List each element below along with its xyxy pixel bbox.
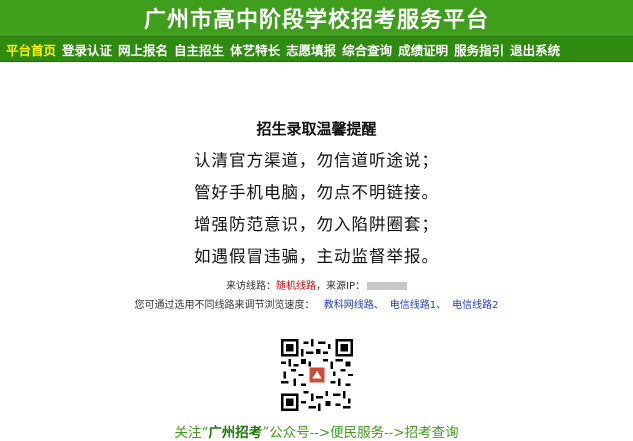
nav-home[interactable]: 平台首页 [6, 40, 56, 59]
platform-header: 广州市高中阶段学校招考服务平台 [0, 0, 633, 36]
nav-service-guide[interactable]: 服务指引 [454, 40, 504, 59]
notice-line: 管好手机电脑，勿点不明链接。 [194, 183, 439, 202]
notice-line: 认清官方渠道，勿信道听途说； [194, 151, 439, 170]
nav-login[interactable]: 登录认证 [62, 40, 112, 59]
follow-suffix: ”公众号-->便民服务-->招考查询 [262, 425, 459, 441]
visit-label: 来访线路： [226, 281, 276, 292]
nav-score-certificate[interactable]: 成绩证明 [398, 40, 448, 59]
nav-preference-filling[interactable]: 志愿填报 [286, 40, 336, 59]
source-ip-label: ，来源IP： [316, 281, 365, 292]
random-route: 随机线路 [276, 281, 316, 292]
wechat-account-name: 广州招考 [208, 425, 263, 441]
wechat-qr-code [0, 339, 633, 411]
nav-sports-arts[interactable]: 体艺特长 [230, 40, 280, 59]
route-switch: 您可通过选用不同线路来调节浏览速度： 教科网线路、 电信线路1、 电信线路2 [0, 296, 633, 311]
nav-independent-admission[interactable]: 自主招生 [174, 40, 224, 59]
qr-code-image [280, 339, 353, 411]
nav-general-query[interactable]: 综合查询 [342, 40, 392, 59]
route-link-edu[interactable]: 教科网线路 [324, 300, 374, 311]
route-sep: 、 [373, 300, 384, 311]
follow-wechat-tip: 关注“广州招考”公众号-->便民服务-->招考查询 [0, 421, 633, 441]
visit-route-info: 来访线路：随机线路，来源IP： [0, 277, 633, 292]
route-link-telecom-1[interactable]: 电信线路1 [390, 300, 436, 311]
follow-prefix: 关注“ [174, 425, 209, 441]
notice-line: 增强防范意识，勿入陷阱圈套； [194, 215, 439, 234]
notice-title: 招生录取温馨提醒 [256, 120, 377, 138]
main-content: 招生录取温馨提醒 认清官方渠道，勿信道听途说； 管好手机电脑，勿点不明链接。 增… [0, 118, 633, 441]
nav-logout[interactable]: 退出系统 [510, 40, 560, 59]
main-nav: 平台首页 登录认证 网上报名 自主招生 体艺特长 志愿填报 综合查询 成绩证明 … [0, 36, 633, 62]
notice-line: 如遇假冒违骗，主动监督举报。 [194, 247, 439, 266]
route-switch-label: 您可通过选用不同线路来调节浏览速度： [134, 300, 315, 311]
source-ip-value [366, 282, 407, 290]
route-sep: 、 [436, 300, 447, 311]
route-link-telecom-2[interactable]: 电信线路2 [452, 300, 498, 311]
platform-title: 广州市高中阶段学校招考服务平台 [143, 8, 489, 33]
nav-online-register[interactable]: 网上报名 [118, 40, 168, 59]
